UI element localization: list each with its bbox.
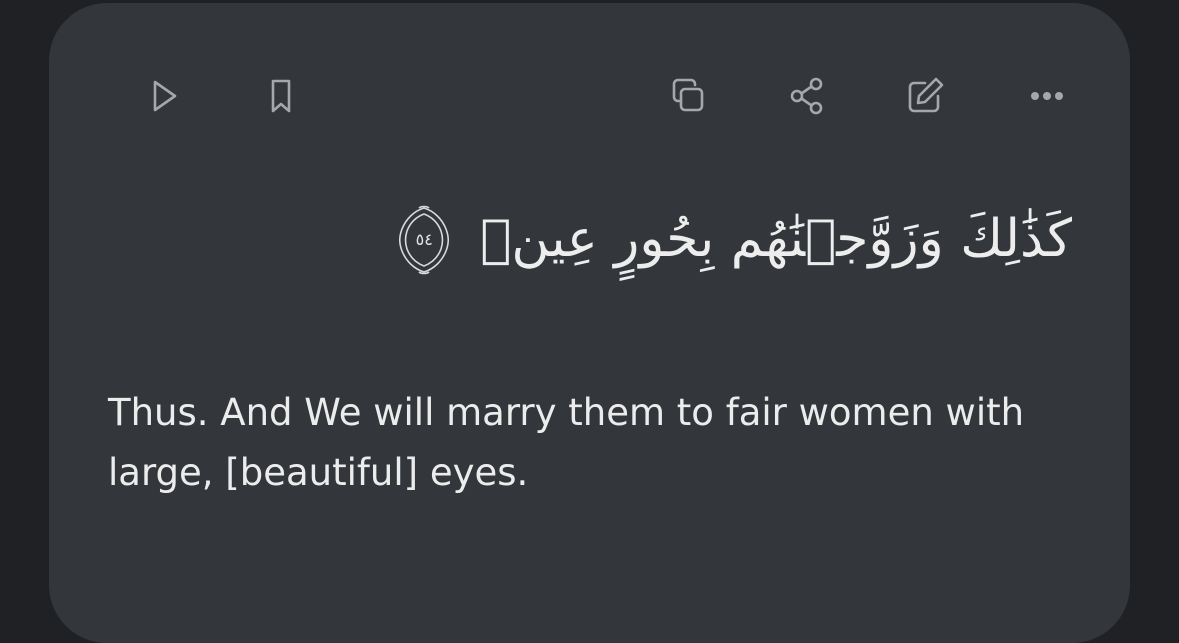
verse-toolbar — [49, 71, 1130, 121]
copy-icon — [672, 78, 704, 112]
bookmark-icon — [271, 79, 291, 113]
arabic-verse-text: كَذَٰلِكَ وَزَوَّجۡنَٰهُم بِحُورٍ عِينٖ — [480, 209, 1072, 269]
verse-card: كَذَٰلِكَ وَزَوَّجۡنَٰهُم بِحُورٍ عِينٖ … — [49, 3, 1130, 643]
verse-number-marker: ٥٤ — [398, 205, 450, 275]
verse-translation: Thus. And We will marry them to fair wom… — [108, 391, 1025, 494]
arabic-verse-row: كَذَٰلِكَ وَزَوَّجۡنَٰهُم بِحُورٍ عِينٖ … — [398, 198, 1072, 281]
share-button[interactable] — [782, 71, 832, 121]
share-icon — [790, 77, 823, 115]
copy-button[interactable] — [663, 71, 713, 121]
edit-button[interactable] — [900, 71, 950, 121]
play-icon — [153, 80, 177, 112]
play-button[interactable] — [139, 71, 189, 121]
bookmark-button[interactable] — [256, 71, 306, 121]
verse-number: ٥٤ — [415, 230, 433, 250]
more-icon — [1031, 92, 1063, 100]
edit-icon — [908, 77, 944, 113]
more-button[interactable] — [1022, 71, 1072, 121]
